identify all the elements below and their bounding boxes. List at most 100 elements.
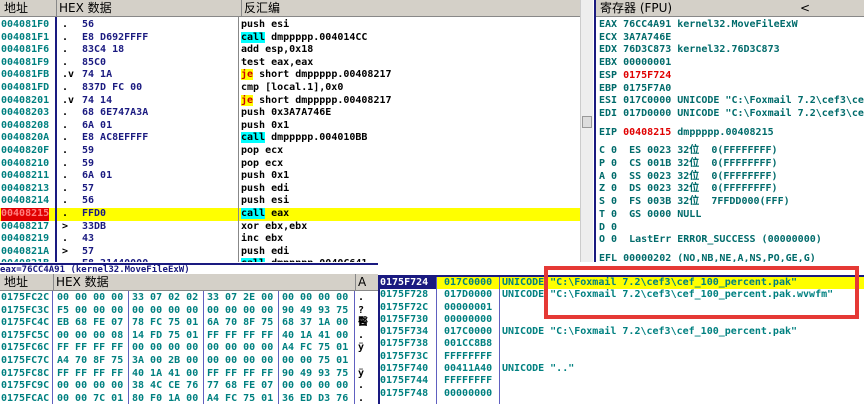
register-line[interactable]: EAX 76CC4A91 kernel32.MoveFileExW xyxy=(596,19,864,32)
disasm-row[interactable]: 00408213. 57 push edi xyxy=(0,183,580,196)
disasm-row[interactable]: 00408214. 56 push esi xyxy=(0,195,580,208)
dump-bytes: 36 ED D3 76 xyxy=(282,392,349,404)
row-address: 004081F6 xyxy=(1,44,50,56)
disasm-scrollbar[interactable] xyxy=(580,0,593,262)
col-hex[interactable]: HEX 数据 xyxy=(54,274,356,291)
register-line[interactable]: EBP 0175F7A0 xyxy=(596,83,864,96)
dump-row[interactable]: 0175FC9C 00 00 00 00 38 4C CE 76 77 68 FE 0… xyxy=(0,380,378,393)
disasm-row[interactable]: 00408208. 6A 01 push 0x1 xyxy=(0,120,580,133)
row-address: 00408208 xyxy=(1,119,50,131)
stack-row[interactable]: 0175F73C FFFFFFFF xyxy=(378,351,864,363)
row-hex: 57 xyxy=(82,182,95,194)
operands: inc ebx xyxy=(241,233,284,245)
row-hex: 6A 01 xyxy=(82,170,113,182)
row-address: 00408213 xyxy=(1,182,50,194)
registers-pane[interactable]: 寄存器 (FPU) < EAX 76CC4A91 kernel32.MoveFil… xyxy=(594,0,864,262)
disasm-row[interactable]: 00408217 >33DB xor ebx,ebx xyxy=(0,221,580,234)
disasm-row[interactable]: 004081F0. 56 push esi xyxy=(0,19,580,32)
disasm-row[interactable]: 004081F1. E8 D692FFFF call dmppppp.004014C… xyxy=(0,31,580,45)
disassembly-pane[interactable]: 地址 HEX 数据 反汇编 004081F0. 56 push esi 004081F1.… xyxy=(0,0,580,262)
disasm-row[interactable]: 00408211. 6A 01 push 0x1 xyxy=(0,170,580,183)
register-line[interactable]: ESP 0175F724 xyxy=(596,70,864,83)
register-line[interactable]: EIP 00408215 dmppppp.00408215 xyxy=(596,127,864,140)
col-address[interactable]: 地址 xyxy=(2,0,57,17)
register-line[interactable]: EBX 00000001 xyxy=(596,57,864,70)
disasm-row[interactable]: 004081F9. 85C0 test eax,eax xyxy=(0,57,580,70)
nav-left-button[interactable]: < xyxy=(798,0,810,17)
disasm-row[interactable]: 00408215. FFD0 call eax xyxy=(0,207,580,221)
col-hex[interactable]: HEX 数据 xyxy=(57,0,242,17)
dump-bytes: F5 00 00 00 xyxy=(57,304,124,316)
disasm-row[interactable]: 0040820A. E8 AC8EFFFF call dmppppp.004010B… xyxy=(0,132,580,145)
dump-row[interactable]: 0175FC4C EB 68 FE 07 78 FC 75 01 6A 70 8F 7… xyxy=(0,317,378,330)
dump-bytes: 00 00 7C 01 xyxy=(57,392,124,404)
row-hex: 33DB xyxy=(82,220,107,232)
register-line[interactable]: T 0 GS 0000 NULL xyxy=(596,209,864,222)
dump-row[interactable]: 0175FC5C 00 00 00 08 14 FD 75 01 FF FF FF F… xyxy=(0,330,378,343)
disasm-row[interactable]: 004081FD. 837D FC 00 cmp [local.1],0x0 xyxy=(0,82,580,95)
row-address: 0040820A xyxy=(1,132,50,144)
disasm-row[interactable]: 0040820F. 59 pop ecx xyxy=(0,145,580,158)
reg-text: P 0 CS 001B 32位 0(FFFFFFFF) xyxy=(599,158,778,170)
dump-row[interactable]: 0175FC3C F5 00 00 00 00 00 00 00 00 00 00 0… xyxy=(0,305,378,318)
stack-row[interactable]: 0175F734 017C0000 UNICODE "C:\Foxmail 7.2\… xyxy=(378,326,864,338)
dump-bytes: 00 00 00 08 xyxy=(57,329,124,341)
col-address[interactable]: 地址 xyxy=(2,274,54,291)
dump-pane[interactable]: 地址 HEX 数据 A 0175FC2C 00 00 00 00 33 07 02 02… xyxy=(0,274,378,404)
operands: short dmppppp.00408217 xyxy=(253,69,392,81)
dump-row[interactable]: 0175FC2C 00 00 00 00 33 07 02 02 33 07 2E 0… xyxy=(0,292,378,305)
register-line[interactable]: EFL 00000202 (NO,NB,NE,A,NS,PO,GE,G) xyxy=(596,253,864,262)
register-line[interactable]: Z 0 DS 0023 32位 0(FFFFFFFF) xyxy=(596,183,864,196)
row-marker: . xyxy=(62,233,69,245)
reg-text: D 0 xyxy=(599,221,618,233)
register-line[interactable]: C 0 ES 0023 32位 0(FFFFFFFF) xyxy=(596,145,864,158)
disasm-row[interactable]: 004081F6. 83C4 18 add esp,0x18 xyxy=(0,44,580,57)
register-line[interactable]: EDX 76D3C873 kernel32.76D3C873 xyxy=(596,44,864,57)
row-hex: 6A 01 xyxy=(82,119,113,131)
scroll-thumb[interactable] xyxy=(582,116,592,128)
dump-row[interactable]: 0175FCAC 00 00 7C 01 80 F0 1A 00 A4 FC 75 0… xyxy=(0,393,378,404)
register-line[interactable]: ESI 017C0000 UNICODE "C:\Foxmail 7.2\cef… xyxy=(596,95,864,108)
col-disasm[interactable]: 反汇编 xyxy=(242,0,280,17)
register-line[interactable]: P 0 CS 001B 32位 0(FFFFFFFF) xyxy=(596,158,864,171)
register-line[interactable]: ECX 3A7A746E xyxy=(596,32,864,45)
dump-row[interactable]: 0175FC8C FF FF FF FF 40 1A 41 00 FF FF FF F… xyxy=(0,368,378,381)
stack-value: 017D0000 xyxy=(444,289,493,301)
row-instruction: pop ecx xyxy=(241,145,283,158)
stack-address: 0175F730 xyxy=(380,313,429,325)
operands: push esi xyxy=(241,195,290,207)
stack-row[interactable]: 0175F738 001CC8B8 xyxy=(378,338,864,350)
dump-row[interactable]: 0175FC7C A4 70 8F 75 3A 00 2B 00 00 00 00 0… xyxy=(0,355,378,368)
dump-bytes: 40 1A 41 00 xyxy=(132,367,199,379)
disasm-row[interactable]: 00408219. 43 inc ebx xyxy=(0,233,580,246)
disasm-row[interactable]: 004081FB .v 74 1A je short dmppppp.00408217 xyxy=(0,69,580,82)
operands: test eax,eax xyxy=(241,56,314,68)
stack-address: 0175F73C xyxy=(380,350,429,362)
register-line[interactable]: A 0 SS 0023 32位 0(FFFFFFFF) xyxy=(596,171,864,184)
stack-row[interactable]: 0175F744 FFFFFFFF xyxy=(378,375,864,387)
stack-address: 0175F738 xyxy=(380,338,429,350)
register-line[interactable]: S 0 FS 003B 32位 7FFDD000(FFF) xyxy=(596,196,864,209)
col-ascii[interactable]: A xyxy=(356,274,366,291)
disasm-row[interactable]: 00408201 .v 74 14 je short dmppppp.00408217 xyxy=(0,94,580,108)
row-address: 004081FB xyxy=(1,69,50,81)
stack-address: 0175F72C xyxy=(380,301,429,313)
row-hex: 57 xyxy=(82,245,95,257)
operands: push 0x1 xyxy=(241,119,290,131)
stack-row[interactable]: 0175F740 00411A40 UNICODE ".." xyxy=(378,363,864,375)
disasm-row[interactable]: 00408203. 68 6E747A3A push 0x3A7A746E xyxy=(0,107,580,120)
stack-row[interactable]: 0175F748 00000000 xyxy=(378,388,864,400)
dump-bytes: 33 07 02 02 xyxy=(132,292,199,303)
disasm-row[interactable]: 00408210. 59 pop ecx xyxy=(0,158,580,171)
row-marker: . xyxy=(62,56,69,68)
register-line[interactable]: EDI 017D0000 UNICODE "C:\Foxmail 7.2\cef… xyxy=(596,108,864,121)
dump-bytes: 78 FC 75 01 xyxy=(132,317,199,329)
disasm-row[interactable]: 0040821B. E8 21440000 call dmppppp.0040C64… xyxy=(0,258,580,262)
dump-row[interactable]: 0175FC6C FF FF FF FF 00 00 00 00 00 00 00 0… xyxy=(0,342,378,355)
register-line[interactable]: O 0 LastErr ERROR_SUCCESS (00000000) xyxy=(596,234,864,247)
disasm-row[interactable]: 0040821A >57 push edi xyxy=(0,246,580,259)
row-instruction: push 0x1 xyxy=(241,120,289,133)
reg-text: T 0 GS 0000 NULL xyxy=(599,208,702,220)
row-instruction: push 0x3A7A746E xyxy=(241,107,331,120)
register-line[interactable]: D 0 xyxy=(596,222,864,235)
